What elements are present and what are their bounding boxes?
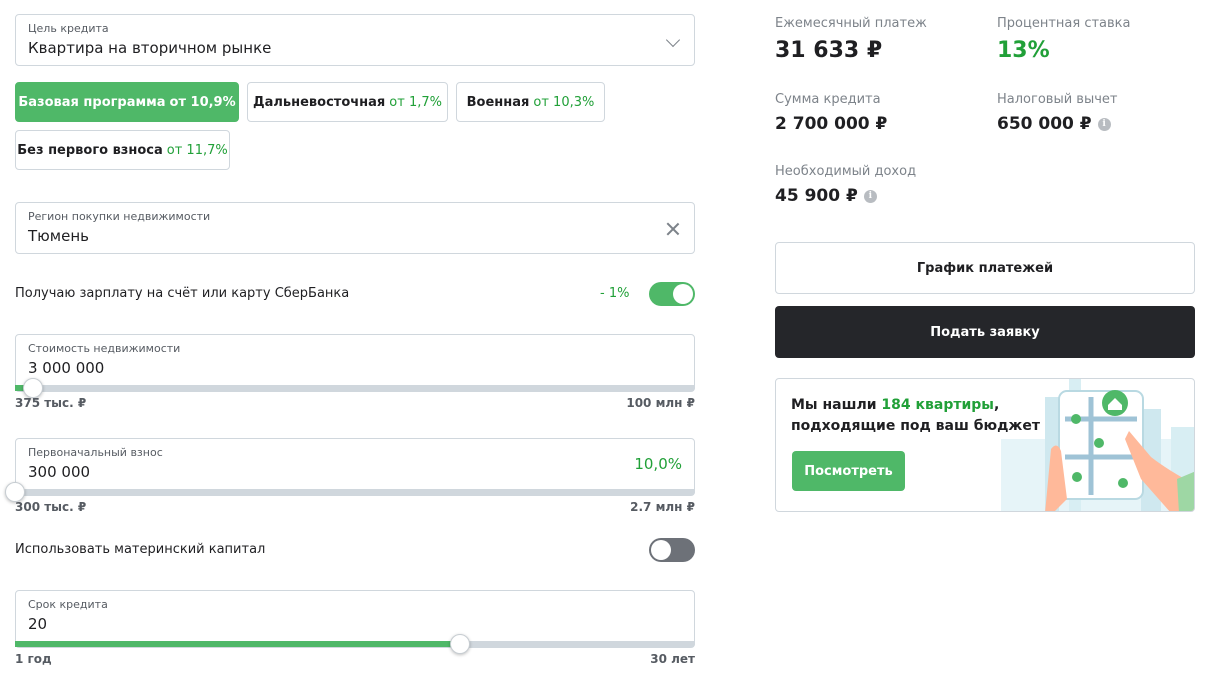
region-label: Регион покупки недвижимости [28, 210, 211, 223]
loan-amount-label: Сумма кредита [775, 92, 881, 107]
property-cost-label: Стоимость недвижимости [28, 342, 181, 355]
region-input[interactable]: Регион покупки недвижимости Тюмень [15, 202, 695, 254]
close-icon[interactable] [664, 220, 682, 238]
view-apartments-button[interactable]: Посмотреть [792, 451, 905, 491]
salary-discount: - 1% [600, 286, 630, 301]
program-rate: от 11,7% [166, 142, 228, 158]
slider-thumb[interactable] [23, 378, 44, 398]
salary-option-label: Получаю зарплату на счёт или карту СберБ… [15, 286, 350, 301]
required-income-text: 45 900 ₽ [775, 186, 858, 206]
program-rate: от 1,7% [389, 94, 442, 110]
salary-toggle[interactable] [649, 282, 695, 306]
promo-text-after: , [993, 397, 1000, 413]
property-cost-min: 375 тыс. ₽ [15, 396, 87, 410]
down-payment-slider[interactable] [5, 482, 695, 502]
toggle-knob [651, 540, 671, 560]
promo-text-before: Мы нашли [791, 397, 882, 413]
down-payment-input[interactable]: Первоначальный взнос 300 000 10,0% [15, 438, 695, 496]
required-income-label: Необходимый доход [775, 164, 917, 179]
program-name: Без первого взноса [17, 142, 163, 158]
payment-schedule-button[interactable]: График платежей [775, 242, 1195, 294]
loan-purpose-label: Цель кредита [28, 22, 109, 35]
down-payment-percent: 10,0% [634, 455, 682, 473]
program-rate: от 10,3% [533, 94, 595, 110]
slider-thumb[interactable] [5, 482, 25, 502]
rate-label: Процентная ставка [997, 16, 1131, 31]
maternity-capital-toggle[interactable] [649, 538, 695, 562]
loan-amount-value: 2 700 000 ₽ [775, 114, 887, 134]
monthly-payment-label: Ежемесячный платеж [775, 16, 927, 31]
required-income-value: 45 900 ₽ i [775, 186, 877, 206]
toggle-knob [673, 284, 693, 304]
property-cost-value: 3 000 000 [28, 359, 105, 377]
tax-deduction-text: 650 000 ₽ [997, 114, 1092, 134]
apply-button[interactable]: Подать заявку [775, 306, 1195, 358]
program-chip-base[interactable]: Базовая программа от 10,9% [15, 82, 239, 122]
loan-term-value: 20 [28, 615, 48, 633]
tax-deduction-value: 650 000 ₽ i [997, 114, 1111, 134]
down-payment-label: Первоначальный взнос [28, 446, 163, 459]
down-payment-value: 300 000 [28, 463, 91, 481]
down-payment-max: 2.7 млн ₽ [630, 500, 695, 514]
loan-term-slider[interactable] [15, 634, 695, 654]
info-icon[interactable]: i [863, 189, 877, 203]
program-name: Военная [466, 94, 530, 110]
property-cost-slider[interactable] [15, 378, 695, 398]
loan-term-label: Срок кредита [28, 598, 108, 611]
info-icon[interactable]: i [1097, 117, 1111, 131]
property-cost-input[interactable]: Стоимость недвижимости 3 000 000 [15, 334, 695, 392]
chevron-down-icon[interactable] [665, 32, 681, 48]
loan-purpose-value: Квартира на вторичном рынке [28, 39, 272, 57]
loan-term-input[interactable]: Срок кредита 20 [15, 590, 695, 648]
rate-value: 13% [997, 38, 1050, 63]
loan-term-max: 30 лет [650, 652, 695, 666]
promo-card: Мы нашли 184 квартиры, подходящие под ва… [775, 378, 1195, 512]
map-illustration-icon [1001, 379, 1194, 511]
program-name: Дальневосточная [253, 94, 386, 110]
program-chip-military[interactable]: Военная от 10,3% [456, 82, 605, 122]
region-value: Тюмень [28, 227, 89, 245]
down-payment-min: 300 тыс. ₽ [15, 500, 87, 514]
loan-term-min: 1 год [15, 652, 52, 666]
loan-amount-text: 2 700 000 ₽ [775, 114, 888, 134]
promo-count[interactable]: 184 квартиры [881, 397, 994, 413]
monthly-payment-value: 31 633 ₽ [775, 38, 883, 63]
slider-thumb[interactable] [450, 634, 471, 654]
program-chip-no-down-payment[interactable]: Без первого взноса от 11,7% [15, 130, 230, 170]
property-cost-max: 100 млн ₽ [626, 396, 695, 410]
slider-fill [15, 641, 461, 647]
loan-purpose-select[interactable]: Цель кредита Квартира на вторичном рынке [15, 14, 695, 66]
maternity-capital-label: Использовать материнский капитал [15, 542, 266, 557]
program-rate: от 10,9% [169, 94, 236, 110]
program-name: Базовая программа [18, 94, 166, 110]
program-chip-far-east[interactable]: Дальневосточная от 1,7% [247, 82, 448, 122]
tax-deduction-label: Налоговый вычет [997, 92, 1118, 107]
